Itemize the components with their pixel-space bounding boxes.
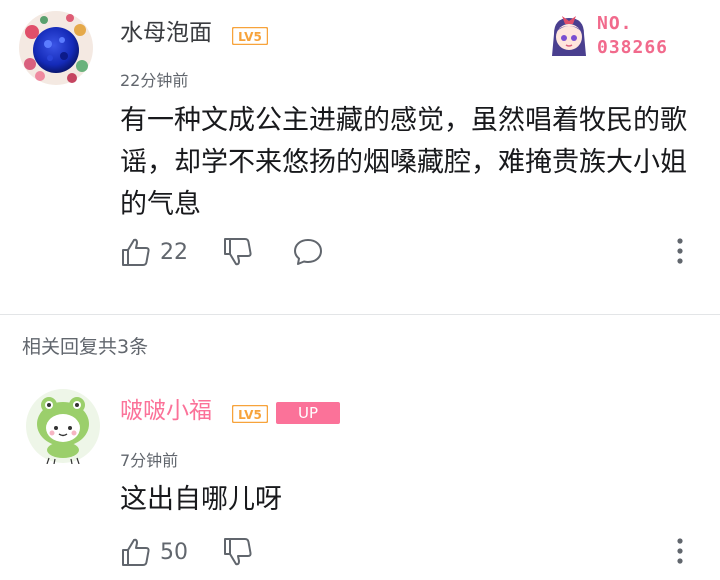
username[interactable]: 水母泡面 bbox=[120, 18, 212, 48]
comment-time: 22分钟前 bbox=[120, 71, 189, 90]
svg-text:LV5: LV5 bbox=[238, 30, 262, 44]
up-badge: UP bbox=[276, 402, 340, 424]
reply-text: 这出自哪儿呀 bbox=[120, 484, 282, 515]
avatar[interactable] bbox=[25, 388, 101, 465]
fan-badge-avatar[interactable] bbox=[548, 12, 590, 60]
reply-actions: 50 bbox=[120, 532, 254, 572]
comment-actions: 22 bbox=[120, 232, 324, 272]
divider bbox=[0, 314, 720, 315]
like-count: 50 bbox=[160, 539, 188, 565]
username[interactable]: 啵啵小福 bbox=[120, 396, 212, 426]
more-icon[interactable] bbox=[670, 534, 690, 570]
like-count: 22 bbox=[160, 239, 188, 265]
avatar[interactable] bbox=[18, 10, 94, 86]
comment-icon[interactable] bbox=[292, 236, 324, 268]
more-icon[interactable] bbox=[670, 234, 690, 270]
reply-time: 7分钟前 bbox=[120, 451, 179, 470]
thumbs-up-icon[interactable] bbox=[120, 536, 152, 568]
comment-text: 有一种文成公主进藏的感觉，虽然唱着牧民的歌谣，却学不来悠扬的烟嗓藏腔，难掩贵族大… bbox=[120, 105, 687, 220]
thumbs-down-icon[interactable] bbox=[222, 536, 254, 568]
fan-badge-label: NO. bbox=[597, 13, 633, 34]
replies-header[interactable]: 相关回复共3条 bbox=[22, 332, 148, 359]
level-badge: LV5 bbox=[231, 404, 269, 424]
level-badge: LV5 bbox=[231, 26, 269, 46]
thumbs-up-icon[interactable] bbox=[120, 236, 152, 268]
thumbs-down-icon[interactable] bbox=[222, 236, 254, 268]
svg-text:LV5: LV5 bbox=[238, 408, 262, 422]
fan-badge-number: 038266 bbox=[597, 37, 669, 58]
